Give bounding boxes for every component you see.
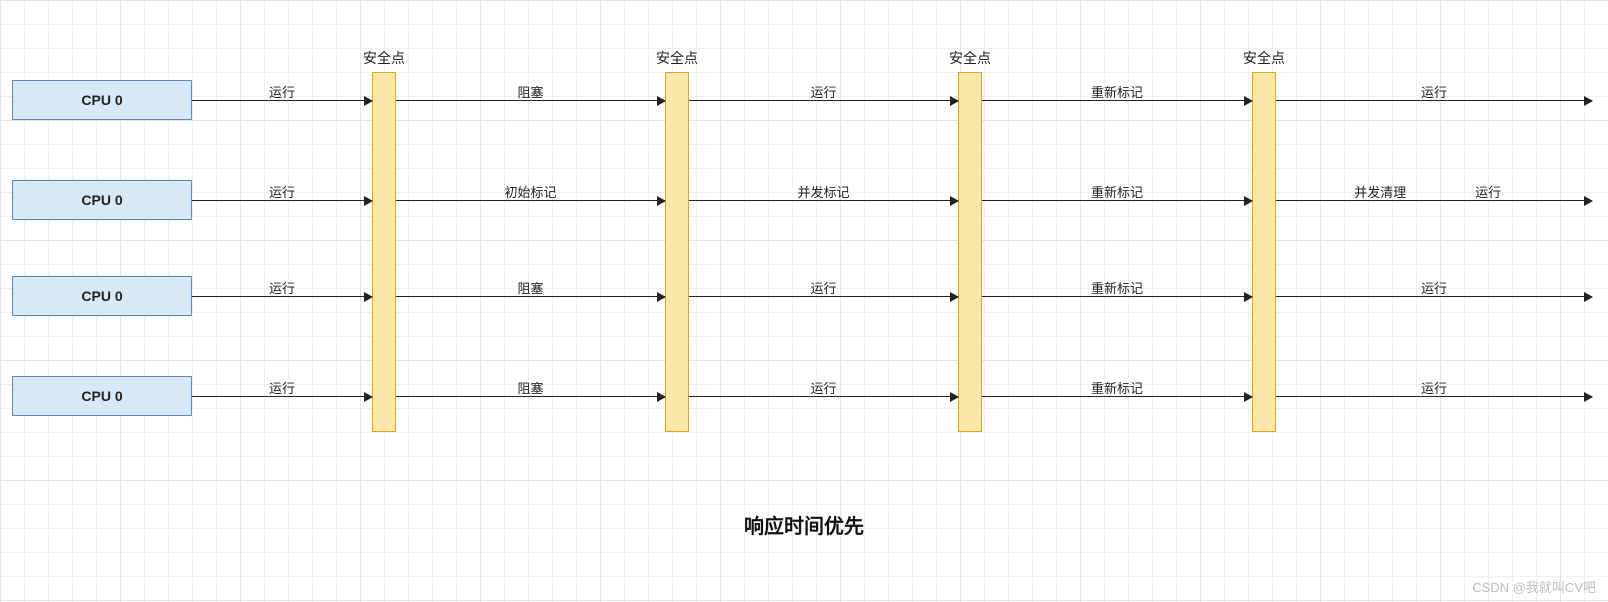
cpu-label: CPU 0: [81, 92, 122, 108]
segment-label-r3-s1: 阻塞: [517, 378, 543, 397]
safepoint-label-0: 安全点: [344, 48, 424, 68]
segment-label-r1-s3: 重新标记: [1091, 182, 1143, 201]
segment-label-r1-s1: 初始标记: [504, 182, 556, 201]
diagram-title: 响应时间优先: [0, 510, 1608, 539]
segment-label-r2-s2: 运行: [810, 278, 836, 297]
safepoint-label-3: 安全点: [1224, 48, 1304, 68]
cpu-box-2: CPU 0: [12, 276, 192, 316]
segment-label-r2-s0: 运行: [269, 278, 295, 297]
watermark: CSDN @我就叫CV吧: [1472, 577, 1596, 596]
safepoint-label-1: 安全点: [637, 48, 717, 68]
segment-label-r0-s0: 运行: [269, 82, 295, 101]
segment-label-r0-s4: 运行: [1421, 82, 1447, 101]
cpu-label: CPU 0: [81, 388, 122, 404]
segment-label-r1-s2: 并发标记: [797, 182, 849, 201]
cpu-box-0: CPU 0: [12, 80, 192, 120]
segment-label-r2-s3: 重新标记: [1091, 278, 1143, 297]
segment-label-r0-s2: 运行: [810, 82, 836, 101]
segment-label-after-r1: 运行: [1475, 182, 1501, 201]
arrow-r1-s4: [1276, 200, 1592, 201]
segment-label-r3-s2: 运行: [810, 378, 836, 397]
segment-label-r0-s1: 阻塞: [517, 82, 543, 101]
segment-label-r3-s4: 运行: [1421, 378, 1447, 397]
cpu-label: CPU 0: [81, 288, 122, 304]
segment-label-r0-s3: 重新标记: [1091, 82, 1143, 101]
cpu-label: CPU 0: [81, 192, 122, 208]
safepoint-label-2: 安全点: [930, 48, 1010, 68]
segment-label-r1-s0: 运行: [269, 182, 295, 201]
cpu-box-3: CPU 0: [12, 376, 192, 416]
segment-label-r2-s4: 运行: [1421, 278, 1447, 297]
safepoint-bar-3: [1252, 72, 1276, 432]
safepoint-bar-1: [665, 72, 689, 432]
segment-label-r1-s4: 并发清理: [1354, 182, 1406, 201]
safepoint-bar-0: [372, 72, 396, 432]
segment-label-r2-s1: 阻塞: [517, 278, 543, 297]
segment-label-r3-s3: 重新标记: [1091, 378, 1143, 397]
segment-label-r3-s0: 运行: [269, 378, 295, 397]
cpu-box-1: CPU 0: [12, 180, 192, 220]
safepoint-bar-2: [958, 72, 982, 432]
